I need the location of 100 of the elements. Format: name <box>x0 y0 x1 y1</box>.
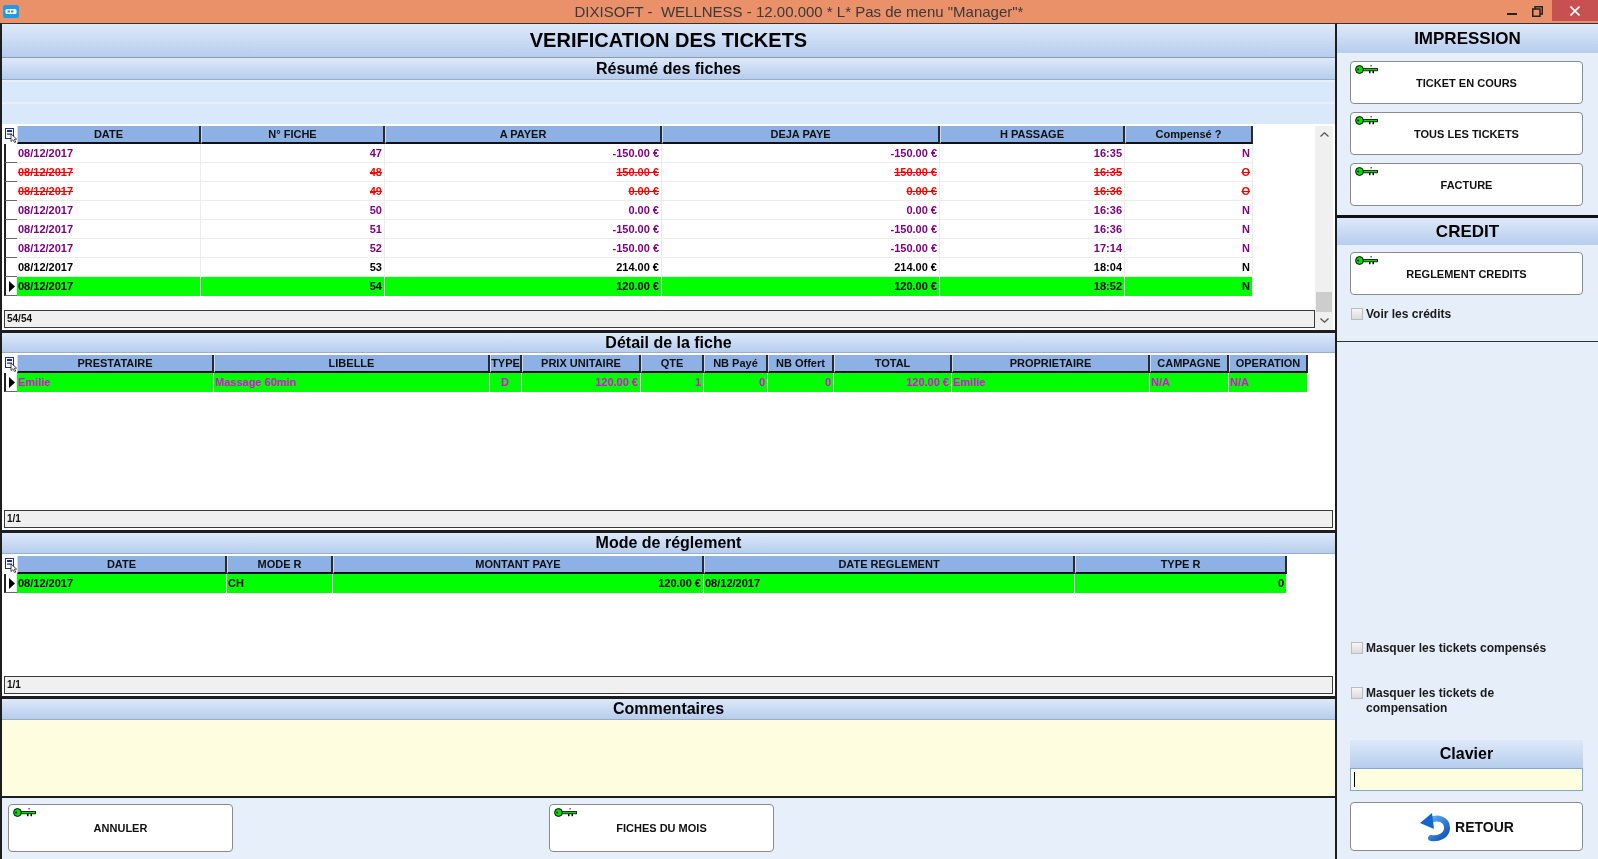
table-row[interactable]: 08/12/2017 49 0.00 € 0.00 € 16:36 O <box>4 182 1253 201</box>
table-cell: 0.00 € <box>385 182 661 201</box>
checkbox[interactable] <box>1351 308 1363 320</box>
table-cell: D <box>490 373 521 392</box>
table-cell: O <box>1125 163 1252 182</box>
restore-icon[interactable] <box>1532 6 1543 17</box>
table-cell: 47 <box>201 144 384 163</box>
column-header[interactable]: PRESTATAIRE <box>17 355 214 373</box>
key-icon <box>1355 256 1378 265</box>
minimize-icon[interactable] <box>1507 12 1517 15</box>
close-icon <box>1570 5 1580 16</box>
column-header[interactable]: DEJA PAYE <box>662 126 940 144</box>
table-cell: 50 <box>201 201 384 220</box>
grid-corner-icon[interactable] <box>4 557 17 573</box>
table-cell: 0 <box>768 373 833 392</box>
column-header[interactable]: TYPE <box>490 355 522 373</box>
table-cell: 150.00 € <box>662 163 939 182</box>
return-button[interactable]: RETOUR <box>1350 802 1583 851</box>
section-title: Clavier <box>1439 745 1494 763</box>
table-cell: 08/12/2017 <box>17 220 200 239</box>
action-button[interactable]: FICHES DU MOIS <box>549 804 774 852</box>
table-cell: N/A <box>1229 373 1307 392</box>
comment-field[interactable] <box>2 720 1335 798</box>
table-cell: 120.00 € <box>333 574 703 593</box>
checkbox[interactable] <box>1351 642 1363 654</box>
scrollbar[interactable] <box>1315 126 1333 330</box>
table-cell: -150.00 € <box>385 239 661 258</box>
table-row[interactable]: 08/12/2017 54 120.00 € 120.00 € 18:52 N <box>4 277 1253 296</box>
print-button[interactable]: TOUS LES TICKETS <box>1350 112 1583 155</box>
key-icon <box>1355 65 1378 74</box>
column-header[interactable]: H PASSAGE <box>940 126 1125 144</box>
table-row[interactable]: 08/12/2017 CH 120.00 € 08/12/2017 0 <box>4 574 1287 593</box>
table-cell: 08/12/2017 <box>704 574 1074 593</box>
column-header[interactable]: NB Payé <box>704 355 768 373</box>
table-cell: N <box>1125 201 1252 220</box>
table-row[interactable]: 08/12/2017 53 214.00 € 214.00 € 18:04 N <box>4 258 1253 277</box>
window-title: DIXISOFT - WELLNESS - 12.00.000 * L* Pas de menu "Manager"* <box>574 3 1024 20</box>
table-cell: 18:52 <box>940 277 1124 296</box>
table-cell: 16:36 <box>940 220 1124 239</box>
column-header[interactable]: DATE <box>17 126 201 144</box>
table-cell: N <box>1125 258 1252 277</box>
column-header[interactable]: CAMPAGNE <box>1150 355 1229 373</box>
action-button[interactable]: ANNULER <box>8 804 233 852</box>
column-header[interactable]: DATE REGLEMENT <box>704 556 1075 574</box>
grid-corner-icon[interactable] <box>4 356 17 372</box>
column-header[interactable]: A PAYER <box>385 126 662 144</box>
checkbox[interactable] <box>1351 687 1363 699</box>
app-icon[interactable] <box>3 5 19 18</box>
column-header[interactable]: DATE <box>17 556 227 574</box>
chevron-up-icon[interactable] <box>1319 132 1329 137</box>
column-header[interactable]: LIBELLE <box>214 355 490 373</box>
section-title: Commentaires <box>612 700 725 718</box>
table-cell: N <box>1125 239 1252 258</box>
column-header[interactable]: QTE <box>641 355 704 373</box>
checkbox-label[interactable]: Masquer les tickets compensés <box>1366 641 1571 656</box>
table-row[interactable]: 08/12/2017 51 -150.00 € -150.00 € 16:36 N <box>4 220 1253 239</box>
column-header[interactable]: OPERATION <box>1229 355 1308 373</box>
close-button[interactable] <box>1552 0 1598 21</box>
print-button[interactable]: TICKET EN COURS <box>1350 61 1583 104</box>
page-title: VERIFICATION DES TICKETS <box>529 29 808 52</box>
column-header[interactable]: N° FICHE <box>201 126 385 144</box>
record-count: 54/54 <box>7 313 33 324</box>
credit-button[interactable]: REGLEMENT CREDITS <box>1350 252 1583 295</box>
chevron-down-icon[interactable] <box>1319 318 1329 323</box>
row-pointer-icon <box>8 280 15 292</box>
scrollbar-thumb[interactable] <box>1316 292 1332 312</box>
table-cell: 0 <box>1075 574 1286 593</box>
keyboard-input[interactable] <box>1350 768 1583 791</box>
column-header[interactable]: PROPRIETAIRE <box>952 355 1150 373</box>
table-cell: 08/12/2017 <box>17 182 200 201</box>
section-title: CREDIT <box>1435 221 1500 242</box>
column-header[interactable]: Compensé ? <box>1125 126 1253 144</box>
table-cell: -150.00 € <box>385 220 661 239</box>
column-header[interactable]: NB Offert <box>768 355 834 373</box>
table-cell: 51 <box>201 220 384 239</box>
table-cell: 52 <box>201 239 384 258</box>
table-cell: 08/12/2017 <box>17 258 200 277</box>
table-cell: O <box>1125 182 1252 201</box>
checkbox-label[interactable]: Voir les crédits <box>1366 307 1571 322</box>
table-cell: 08/12/2017 <box>17 574 226 593</box>
table-cell: 1 <box>641 373 703 392</box>
table-cell: -150.00 € <box>662 144 939 163</box>
table-row[interactable]: 08/12/2017 50 0.00 € 0.00 € 16:36 N <box>4 201 1253 220</box>
column-header[interactable]: MODE R <box>227 556 333 574</box>
table-cell: Emilie <box>952 373 1149 392</box>
row-pointer-icon <box>8 577 15 589</box>
table-cell: 16:36 <box>940 201 1124 220</box>
checkbox-label[interactable]: Masquer les tickets de compensation <box>1366 686 1571 716</box>
table-row[interactable]: 08/12/2017 47 -150.00 € -150.00 € 16:35 N <box>4 144 1253 163</box>
record-count: 1/1 <box>7 679 21 690</box>
grid-corner-icon[interactable] <box>4 127 17 143</box>
column-header[interactable]: TOTAL <box>834 355 952 373</box>
column-header[interactable]: TYPE R <box>1075 556 1287 574</box>
table-cell: 150.00 € <box>385 163 661 182</box>
column-header[interactable]: PRIX UNITAIRE <box>522 355 641 373</box>
print-button[interactable]: FACTURE <box>1350 163 1583 206</box>
column-header[interactable]: MONTANT PAYE <box>333 556 704 574</box>
table-cell: 08/12/2017 <box>17 163 200 182</box>
table-row[interactable]: 08/12/2017 48 150.00 € 150.00 € 16:35 O <box>4 163 1253 182</box>
table-row[interactable]: 08/12/2017 52 -150.00 € -150.00 € 17:14 N <box>4 239 1253 258</box>
